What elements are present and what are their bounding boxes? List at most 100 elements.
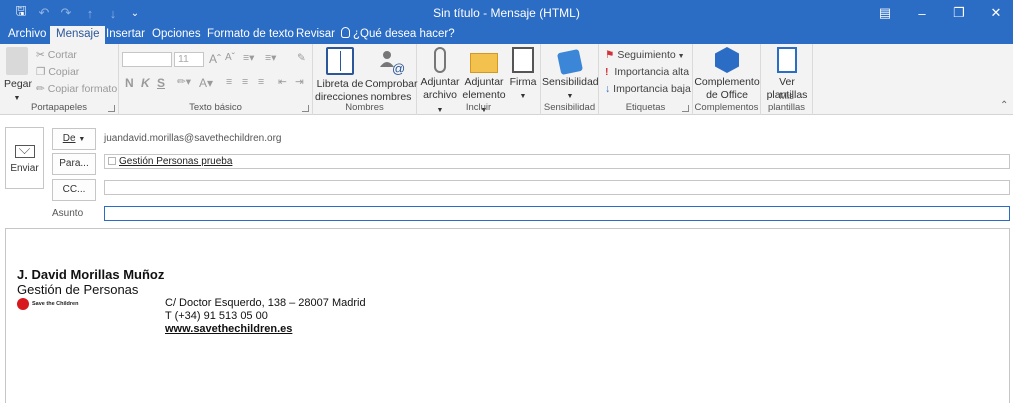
format-painter-button[interactable]: ✏ Copiar formato	[36, 83, 117, 95]
close-button[interactable]: ✕	[978, 0, 1013, 26]
signature-icon	[512, 47, 534, 73]
sensitivity-label: Sensibilidad	[542, 76, 599, 88]
italic-button[interactable]: K	[141, 76, 150, 90]
cut-label: Cortar	[47, 49, 77, 61]
to-recipient[interactable]: Gestión Personas prueba	[119, 156, 232, 167]
group-portapapeles: Pegar ▼ ✂ Cortar ❐ Copiar ✏ Copiar format…	[0, 44, 119, 115]
cc-button[interactable]: CC...	[52, 179, 96, 201]
bold-button[interactable]: N	[125, 76, 134, 90]
ribbon: Pegar ▼ ✂ Cortar ❐ Copiar ✏ Copiar format…	[0, 44, 1013, 115]
tab-mensaje[interactable]: Mensaje	[50, 26, 106, 44]
sensitivity-button[interactable]: Sensibilidad ▼	[542, 47, 599, 103]
dialog-launcher-icon[interactable]	[682, 105, 689, 112]
decrease-indent-icon[interactable]: ⇤	[278, 76, 287, 88]
signature-role: Gestión de Personas	[17, 282, 139, 297]
numbering-icon[interactable]: ≡▾	[265, 52, 276, 64]
underline-button[interactable]: S	[157, 76, 165, 90]
send-button[interactable]: Enviar	[5, 127, 44, 189]
svg-text:@: @	[392, 61, 405, 75]
tab-insertar[interactable]: Insertar	[100, 26, 151, 44]
paste-label: Pegar	[4, 78, 33, 90]
scissors-icon: ✂	[36, 49, 45, 61]
check-names-label: Comprobar nombres	[365, 78, 418, 103]
tab-archivo[interactable]: Archivo	[2, 26, 52, 44]
signature-button[interactable]: Firma ▼	[507, 47, 539, 103]
font-size-input[interactable]: 11	[174, 52, 204, 67]
format-painter-label: Copiar formato	[47, 83, 118, 95]
minimize-button[interactable]: –	[904, 0, 940, 26]
group-label-incluir: Incluir	[465, 102, 492, 113]
align-left-icon[interactable]: ≡	[226, 76, 232, 88]
copy-button[interactable]: ❐ Copiar	[36, 66, 79, 78]
cut-button[interactable]: ✂ Cortar	[36, 49, 77, 61]
clipboard-icon	[6, 47, 28, 75]
attach-item-label: Adjuntar elemento	[462, 76, 506, 101]
to-field[interactable]: Gestión Personas prueba	[104, 154, 1010, 169]
check-names-icon: @	[377, 47, 405, 76]
to-button[interactable]: Para...	[52, 153, 96, 175]
arrow-down-icon: ↓	[605, 83, 611, 95]
font-name-input[interactable]	[122, 52, 172, 67]
cc-field[interactable]	[104, 180, 1010, 195]
copy-label: Copiar	[48, 66, 80, 78]
clear-formatting-icon[interactable]: ✎	[297, 52, 306, 64]
check-names-button[interactable]: @ Comprobar nombres	[365, 47, 418, 103]
restore-button[interactable]: ❐	[941, 0, 977, 26]
from-value: juandavid.morillas@savethechildren.org	[104, 133, 282, 144]
collapse-ribbon-icon[interactable]: ⌃	[1000, 100, 1008, 111]
grow-font-icon[interactable]: Aˆ	[209, 52, 221, 66]
group-label-etiquetas: Etiquetas	[625, 102, 666, 113]
group-etiquetas: ⚑ Seguimiento ▼ ! Importancia alta ↓ Imp…	[599, 44, 693, 115]
group-mis-plantillas: Ver plantillas Mis plantillas	[761, 44, 813, 115]
exclamation-icon: !	[605, 66, 609, 78]
group-incluir: Adjuntar archivo ▼ Adjuntar elemento ▼ F…	[417, 44, 541, 115]
message-body[interactable]: J. David Morillas Muñoz Gestión de Perso…	[5, 228, 1010, 403]
signature-website-link[interactable]: www.savethechildren.es	[165, 323, 292, 335]
align-right-icon[interactable]: ≡	[258, 76, 264, 88]
send-icon	[14, 145, 35, 158]
templates-icon	[777, 47, 797, 73]
group-nombres: Libreta de direcciones @ Comprobar nombr…	[313, 44, 418, 115]
group-label-nombres: Nombres	[345, 102, 384, 113]
dialog-launcher-icon[interactable]	[302, 105, 309, 112]
group-texto-basico: 11 Aˆ Aˇ ≡▾ ≡▾ ✎ N K S ✏▾ A▾ ≡ ≡ ≡ ⇤ ⇥ T…	[119, 44, 313, 115]
signature-name: J. David Morillas Muñoz	[17, 267, 165, 282]
font-color-icon[interactable]: A▾	[199, 76, 213, 90]
office-addins-button[interactable]: Complemento de Office	[694, 47, 760, 101]
copy-icon: ❐	[36, 66, 46, 78]
shrink-font-icon[interactable]: Aˇ	[225, 52, 235, 63]
high-importance-label: Importancia alta	[614, 66, 690, 78]
attach-file-label: Adjuntar archivo	[420, 76, 460, 101]
follow-up-button[interactable]: ⚑ Seguimiento ▼	[605, 49, 685, 61]
increase-indent-icon[interactable]: ⇥	[295, 76, 304, 88]
ribbon-display-options-icon[interactable]: ▤	[867, 0, 903, 26]
tab-revisar[interactable]: Revisar	[290, 26, 341, 44]
subject-label: Asunto	[52, 208, 84, 219]
bullets-icon[interactable]: ≡▾	[243, 52, 254, 64]
window-title: Sin título - Mensaje (HTML)	[433, 6, 580, 20]
group-label-complementos: Complementos	[694, 102, 759, 113]
logo-mark-icon	[17, 297, 29, 310]
address-book-icon	[326, 47, 354, 75]
low-importance-button[interactable]: ↓ Importancia baja	[605, 83, 691, 95]
low-importance-label: Importancia baja	[613, 83, 691, 95]
group-label-mis-plantillas: Mis plantillas	[768, 91, 805, 113]
tab-opciones[interactable]: Opciones	[146, 26, 207, 44]
tell-me-label: ¿Qué desea hacer?	[353, 28, 455, 40]
paste-button[interactable]: Pegar ▼	[4, 47, 33, 105]
brush-icon: ✏	[36, 83, 45, 95]
tab-formato-de-texto[interactable]: Formato de texto	[201, 26, 300, 44]
align-center-icon[interactable]: ≡	[242, 76, 248, 88]
from-button[interactable]: De ▼	[52, 128, 96, 150]
subject-field[interactable]	[104, 206, 1010, 221]
high-importance-button[interactable]: ! Importancia alta	[605, 66, 689, 78]
dialog-launcher-icon[interactable]	[108, 105, 115, 112]
send-label: Enviar	[10, 163, 39, 174]
highlight-icon[interactable]: ✏▾	[177, 76, 191, 88]
envelope-icon	[470, 53, 498, 73]
tell-me-search[interactable]: ¿Qué desea hacer?	[335, 26, 461, 44]
group-complementos: Complemento de Office Complementos	[693, 44, 761, 115]
group-label-texto-basico: Texto básico	[189, 102, 242, 113]
office-icon	[715, 47, 739, 73]
address-book-button[interactable]: Libreta de direcciones	[315, 47, 368, 103]
